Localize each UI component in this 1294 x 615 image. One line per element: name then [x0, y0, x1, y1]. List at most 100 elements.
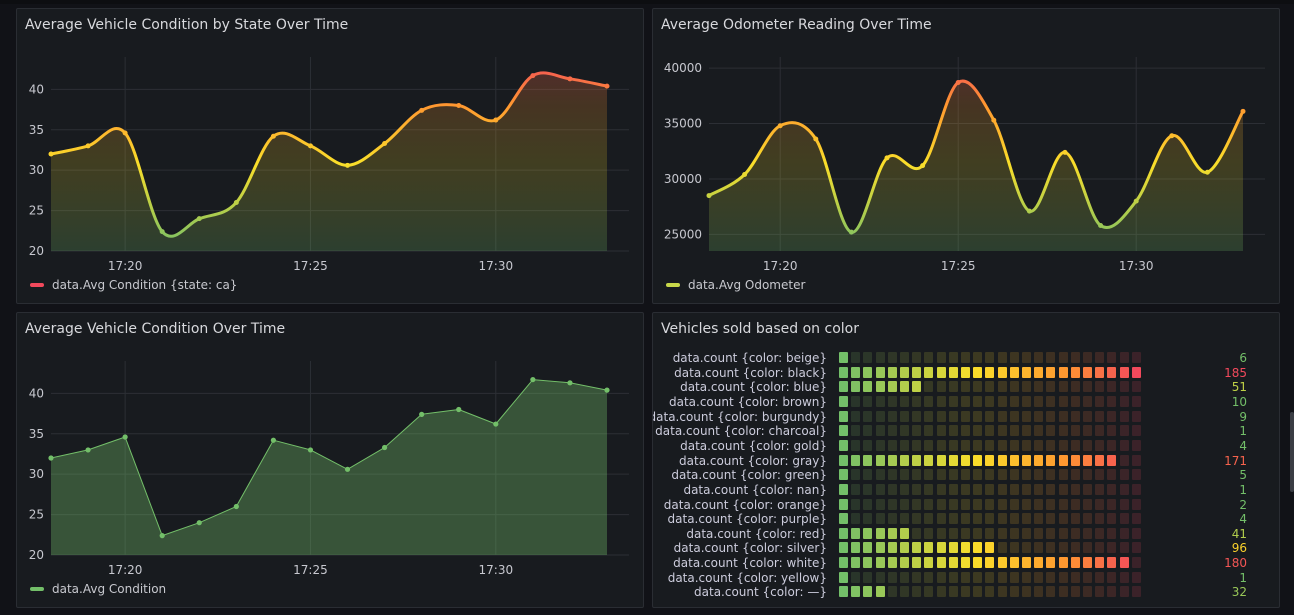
bar-cell — [1070, 557, 1080, 569]
bar-cell — [1131, 527, 1141, 539]
bar-cell — [863, 571, 873, 583]
bar-cell — [1046, 366, 1056, 378]
legend-item[interactable]: data.Avg Condition {state: ca} — [30, 278, 237, 292]
bar-cell — [924, 395, 934, 407]
bar-cell — [900, 454, 909, 466]
bar-cell — [961, 366, 970, 378]
bar-cell — [1131, 410, 1141, 422]
bar-cell — [1022, 586, 1031, 598]
bar-cell — [936, 352, 946, 363]
bar-cell — [936, 366, 946, 378]
bar-cell — [1107, 513, 1117, 525]
bar-cell — [1058, 454, 1068, 466]
data-point — [604, 387, 610, 393]
bar-cell — [851, 395, 861, 407]
data-point — [848, 229, 854, 235]
bar-cell — [1119, 542, 1129, 554]
bar-cell — [912, 586, 922, 598]
bar-cell — [851, 439, 861, 451]
bar-cell — [912, 498, 922, 510]
bar-cell — [900, 542, 909, 554]
bar-cell — [936, 395, 946, 407]
bar-cell — [887, 454, 897, 466]
bar-cell — [1022, 557, 1031, 569]
bar-value: 5 — [1239, 468, 1247, 483]
legend-item[interactable]: data.Avg Odometer — [666, 278, 805, 292]
bar-cell — [863, 586, 873, 598]
bar-cell — [1070, 425, 1080, 437]
bar-cell — [839, 469, 848, 481]
bar-cell — [1083, 557, 1092, 569]
bar-cell — [863, 469, 873, 481]
bar-label: data.count {color: gold} — [680, 438, 827, 453]
bar-cell — [973, 439, 983, 451]
bar-cell — [973, 425, 983, 437]
bar-cell — [1095, 352, 1105, 363]
bar-cell — [1034, 557, 1044, 569]
panel-colors-sold[interactable]: Vehicles sold based on color data.count … — [652, 312, 1280, 608]
bar-cell — [1058, 469, 1068, 481]
bar-cell — [1070, 439, 1080, 451]
bar-cell — [1070, 513, 1080, 525]
bar-cell — [1058, 395, 1068, 407]
panel-odometer[interactable]: Average Odometer Reading Over Time 25000… — [652, 8, 1280, 304]
data-point — [567, 380, 573, 386]
bar-cell — [1107, 469, 1117, 481]
bar-cell — [924, 557, 934, 569]
bar-cell — [948, 352, 958, 363]
panel-title[interactable]: Vehicles sold based on color — [661, 321, 859, 337]
bar-cell — [1034, 366, 1044, 378]
bar-cell — [863, 483, 873, 495]
bar-cell — [961, 542, 970, 554]
bar-cell — [997, 557, 1007, 569]
bar-cell — [1131, 483, 1141, 495]
bar-cell — [900, 483, 909, 495]
bar-cell — [1009, 439, 1019, 451]
bar-cell — [1046, 571, 1056, 583]
bar-cell — [1046, 469, 1056, 481]
bar-cell — [1034, 586, 1044, 598]
bar-cell — [1070, 527, 1080, 539]
bar-cell — [900, 513, 909, 525]
bar-cell — [1095, 557, 1105, 569]
panel-condition-by-state[interactable]: Average Vehicle Condition by State Over … — [16, 8, 644, 304]
bar-cell — [985, 498, 995, 510]
bar-cell — [1095, 395, 1105, 407]
bar-cell — [1083, 483, 1092, 495]
bar-cell — [924, 586, 934, 598]
bar-value: 9 — [1239, 409, 1247, 424]
bar-cell — [985, 366, 995, 378]
bar-cell — [1009, 381, 1019, 393]
bar-cell — [1022, 395, 1031, 407]
bar-cell — [1046, 527, 1056, 539]
bar-cell — [1058, 410, 1068, 422]
bar-cell — [948, 483, 958, 495]
bar-cell — [1095, 542, 1105, 554]
legend-item[interactable]: data.Avg Condition — [30, 582, 166, 596]
bar-value: 1 — [1239, 424, 1247, 439]
bar-cell — [900, 571, 909, 583]
bar-cell — [997, 425, 1007, 437]
data-point — [884, 155, 890, 161]
bar-cell — [1034, 483, 1044, 495]
bar-cell — [875, 439, 885, 451]
bar-cell — [1009, 425, 1019, 437]
bar-cell — [1095, 571, 1105, 583]
bar-cell — [1058, 557, 1068, 569]
bar-cell — [1058, 498, 1068, 510]
bar-cell — [1083, 395, 1092, 407]
scrollbar[interactable] — [1290, 412, 1294, 492]
bar-cell — [1034, 527, 1044, 539]
bar-cell — [1119, 527, 1129, 539]
bar-cell — [839, 542, 848, 554]
bar-cell — [912, 395, 922, 407]
bar-cell — [997, 498, 1007, 510]
bar-cell — [973, 469, 983, 481]
bar-cell — [936, 586, 946, 598]
legend-label: data.Avg Condition {state: ca} — [52, 278, 238, 292]
bar-cell — [875, 513, 885, 525]
panel-condition[interactable]: Average Vehicle Condition Over Time 20 25… — [16, 312, 644, 608]
bar-cell — [973, 542, 983, 554]
bar-cell — [1107, 527, 1117, 539]
bar-cell — [1070, 542, 1080, 554]
